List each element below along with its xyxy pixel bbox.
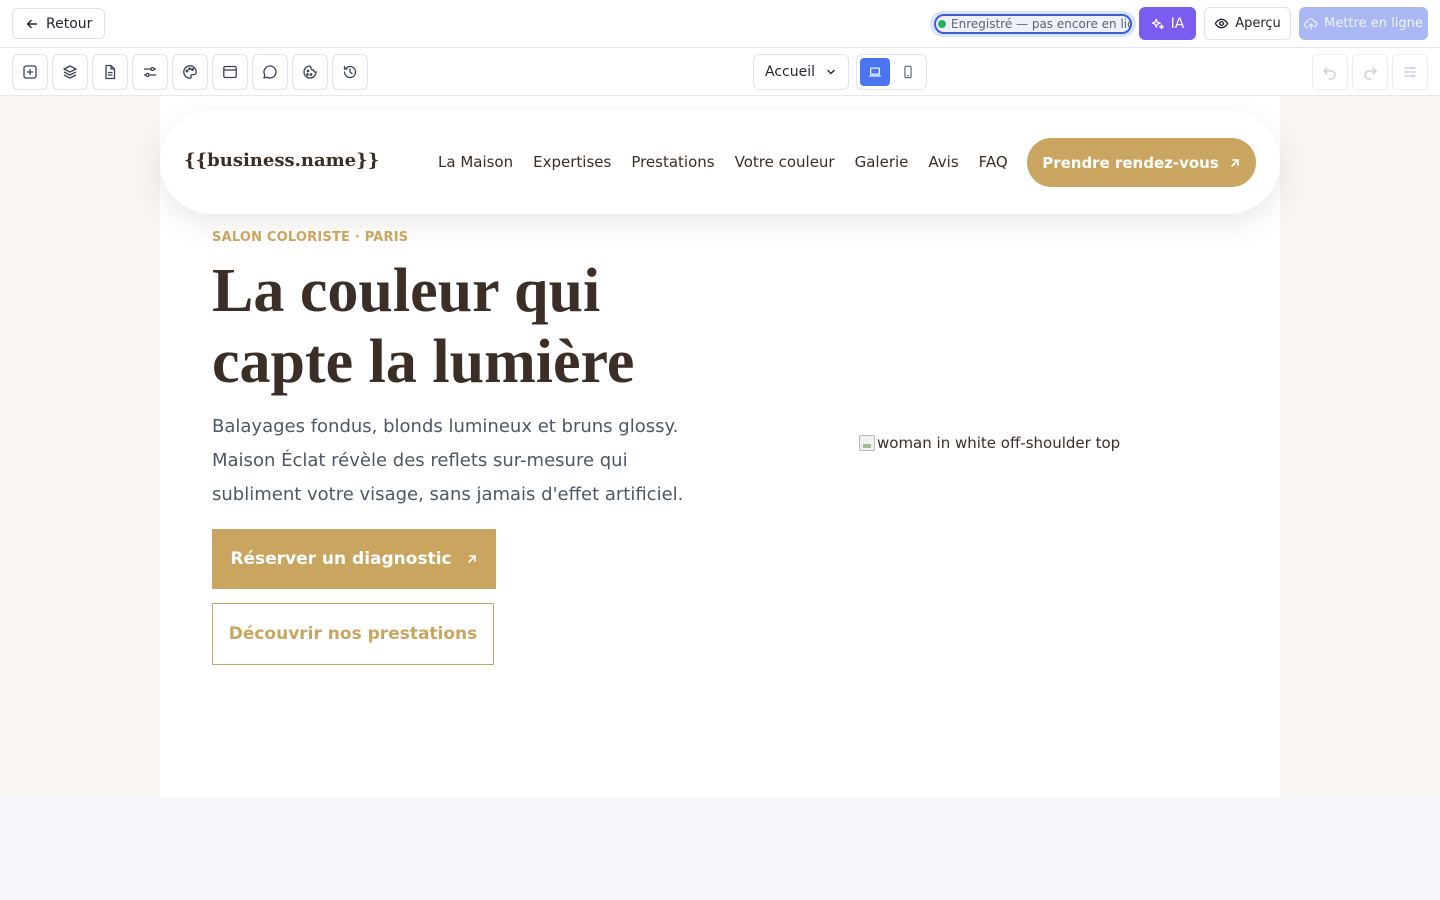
book-diagnostic-button[interactable]: Réserver un diagnostic (212, 529, 496, 589)
page-selector[interactable]: Accueil (753, 54, 849, 90)
editor-topbar: Retour Enregistré — pas encore en ligne … (0, 0, 1440, 48)
back-button[interactable]: Retour (12, 8, 106, 39)
cookies-button[interactable] (292, 54, 328, 90)
ai-button[interactable]: IA (1139, 7, 1196, 40)
mobile-icon (904, 65, 912, 79)
add-section-icon (23, 65, 37, 79)
discover-services-label: Découvrir nos prestations (228, 624, 478, 644)
site-page: {{business.name}} La Maison Expertises P… (160, 96, 1280, 797)
adjustments-icon (1404, 66, 1416, 78)
editor-canvas: {{business.name}} La Maison Expertises P… (0, 96, 1440, 797)
nav-link-faq[interactable]: FAQ (979, 153, 1008, 171)
settings-sliders-icon (144, 66, 156, 78)
desktop-icon (869, 67, 881, 77)
nav-link-prestations[interactable]: Prestations (631, 153, 714, 171)
publish-button-label: Mettre en ligne (1324, 16, 1423, 31)
hero-image: woman in white off-shoulder top (859, 434, 1120, 452)
mobile-view-button[interactable] (894, 58, 924, 86)
book-diagnostic-label: Réserver un diagnostic (230, 549, 452, 569)
undo-icon (1323, 67, 1336, 80)
nav-link-la-maison[interactable]: La Maison (438, 153, 513, 171)
book-appointment-label: Prendre rendez-vous (1042, 153, 1219, 172)
book-appointment-button[interactable]: Prendre rendez-vous (1027, 138, 1256, 187)
back-button-label: Retour (46, 15, 93, 32)
redo-button[interactable] (1352, 54, 1388, 90)
add-section-button[interactable] (12, 54, 48, 90)
sparkles-icon (1151, 18, 1164, 29)
ai-button-label: IA (1170, 15, 1185, 32)
save-status-badge: Enregistré — pas encore en ligne (930, 11, 1136, 37)
eye-icon (1214, 18, 1229, 29)
palette-icon (183, 65, 197, 79)
hero-description: Balayages fondus, blonds lumineux et bru… (212, 416, 684, 505)
undo-button[interactable] (1312, 54, 1348, 90)
history-icon (343, 65, 357, 79)
arrow-left-icon (26, 19, 38, 28)
chat-icon (263, 65, 277, 79)
desktop-view-button[interactable] (860, 58, 890, 86)
arrow-up-right-icon (467, 555, 476, 563)
layers-button[interactable] (52, 54, 88, 90)
layers-icon (63, 65, 77, 79)
browser-settings-button[interactable] (212, 54, 248, 90)
arrow-up-right-icon (1230, 158, 1239, 167)
editor-toolbar: Accueil (0, 48, 1440, 96)
hero-title: La couleur qui capte la lumière (212, 257, 635, 396)
site-navbar: {{business.name}} La Maison Expertises P… (160, 110, 1280, 214)
redo-icon (1364, 67, 1377, 80)
nav-link-galerie[interactable]: Galerie (855, 153, 909, 171)
publish-button[interactable]: Mettre en ligne (1299, 7, 1428, 40)
device-switcher (856, 54, 927, 90)
save-status-text: Enregistré — pas encore en ligne (951, 17, 1132, 31)
adjustments-button[interactable] (1392, 54, 1428, 90)
nav-link-votre-couleur[interactable]: Votre couleur (735, 153, 835, 171)
nav-link-expertises[interactable]: Expertises (533, 153, 611, 171)
status-dot-icon (938, 20, 946, 28)
nav-link-avis[interactable]: Avis (928, 153, 958, 171)
browser-window-icon (223, 65, 237, 79)
settings-button[interactable] (132, 54, 168, 90)
chevron-down-icon (827, 69, 835, 75)
pages-button[interactable] (92, 54, 128, 90)
preview-button[interactable]: Aperçu (1204, 7, 1291, 40)
save-status-focus-ring: Enregistré — pas encore en ligne (934, 14, 1132, 34)
hero-image-alt: woman in white off-shoulder top (877, 434, 1121, 452)
site-nav-links: La Maison Expertises Prestations Votre c… (438, 153, 1008, 171)
cookie-icon (303, 65, 317, 79)
discover-services-button[interactable]: Découvrir nos prestations (212, 603, 494, 665)
cloud-upload-icon (1304, 17, 1318, 29)
page-icon (105, 64, 116, 80)
broken-image-icon (859, 435, 875, 451)
site-logo[interactable]: {{business.name}} (184, 150, 379, 171)
theme-button[interactable] (172, 54, 208, 90)
preview-button-label: Aperçu (1235, 16, 1281, 31)
page-selector-label: Accueil (765, 64, 815, 80)
hero-eyebrow: SALON COLORISTE · PARIS (212, 230, 409, 245)
history-button[interactable] (332, 54, 368, 90)
comments-button[interactable] (252, 54, 288, 90)
